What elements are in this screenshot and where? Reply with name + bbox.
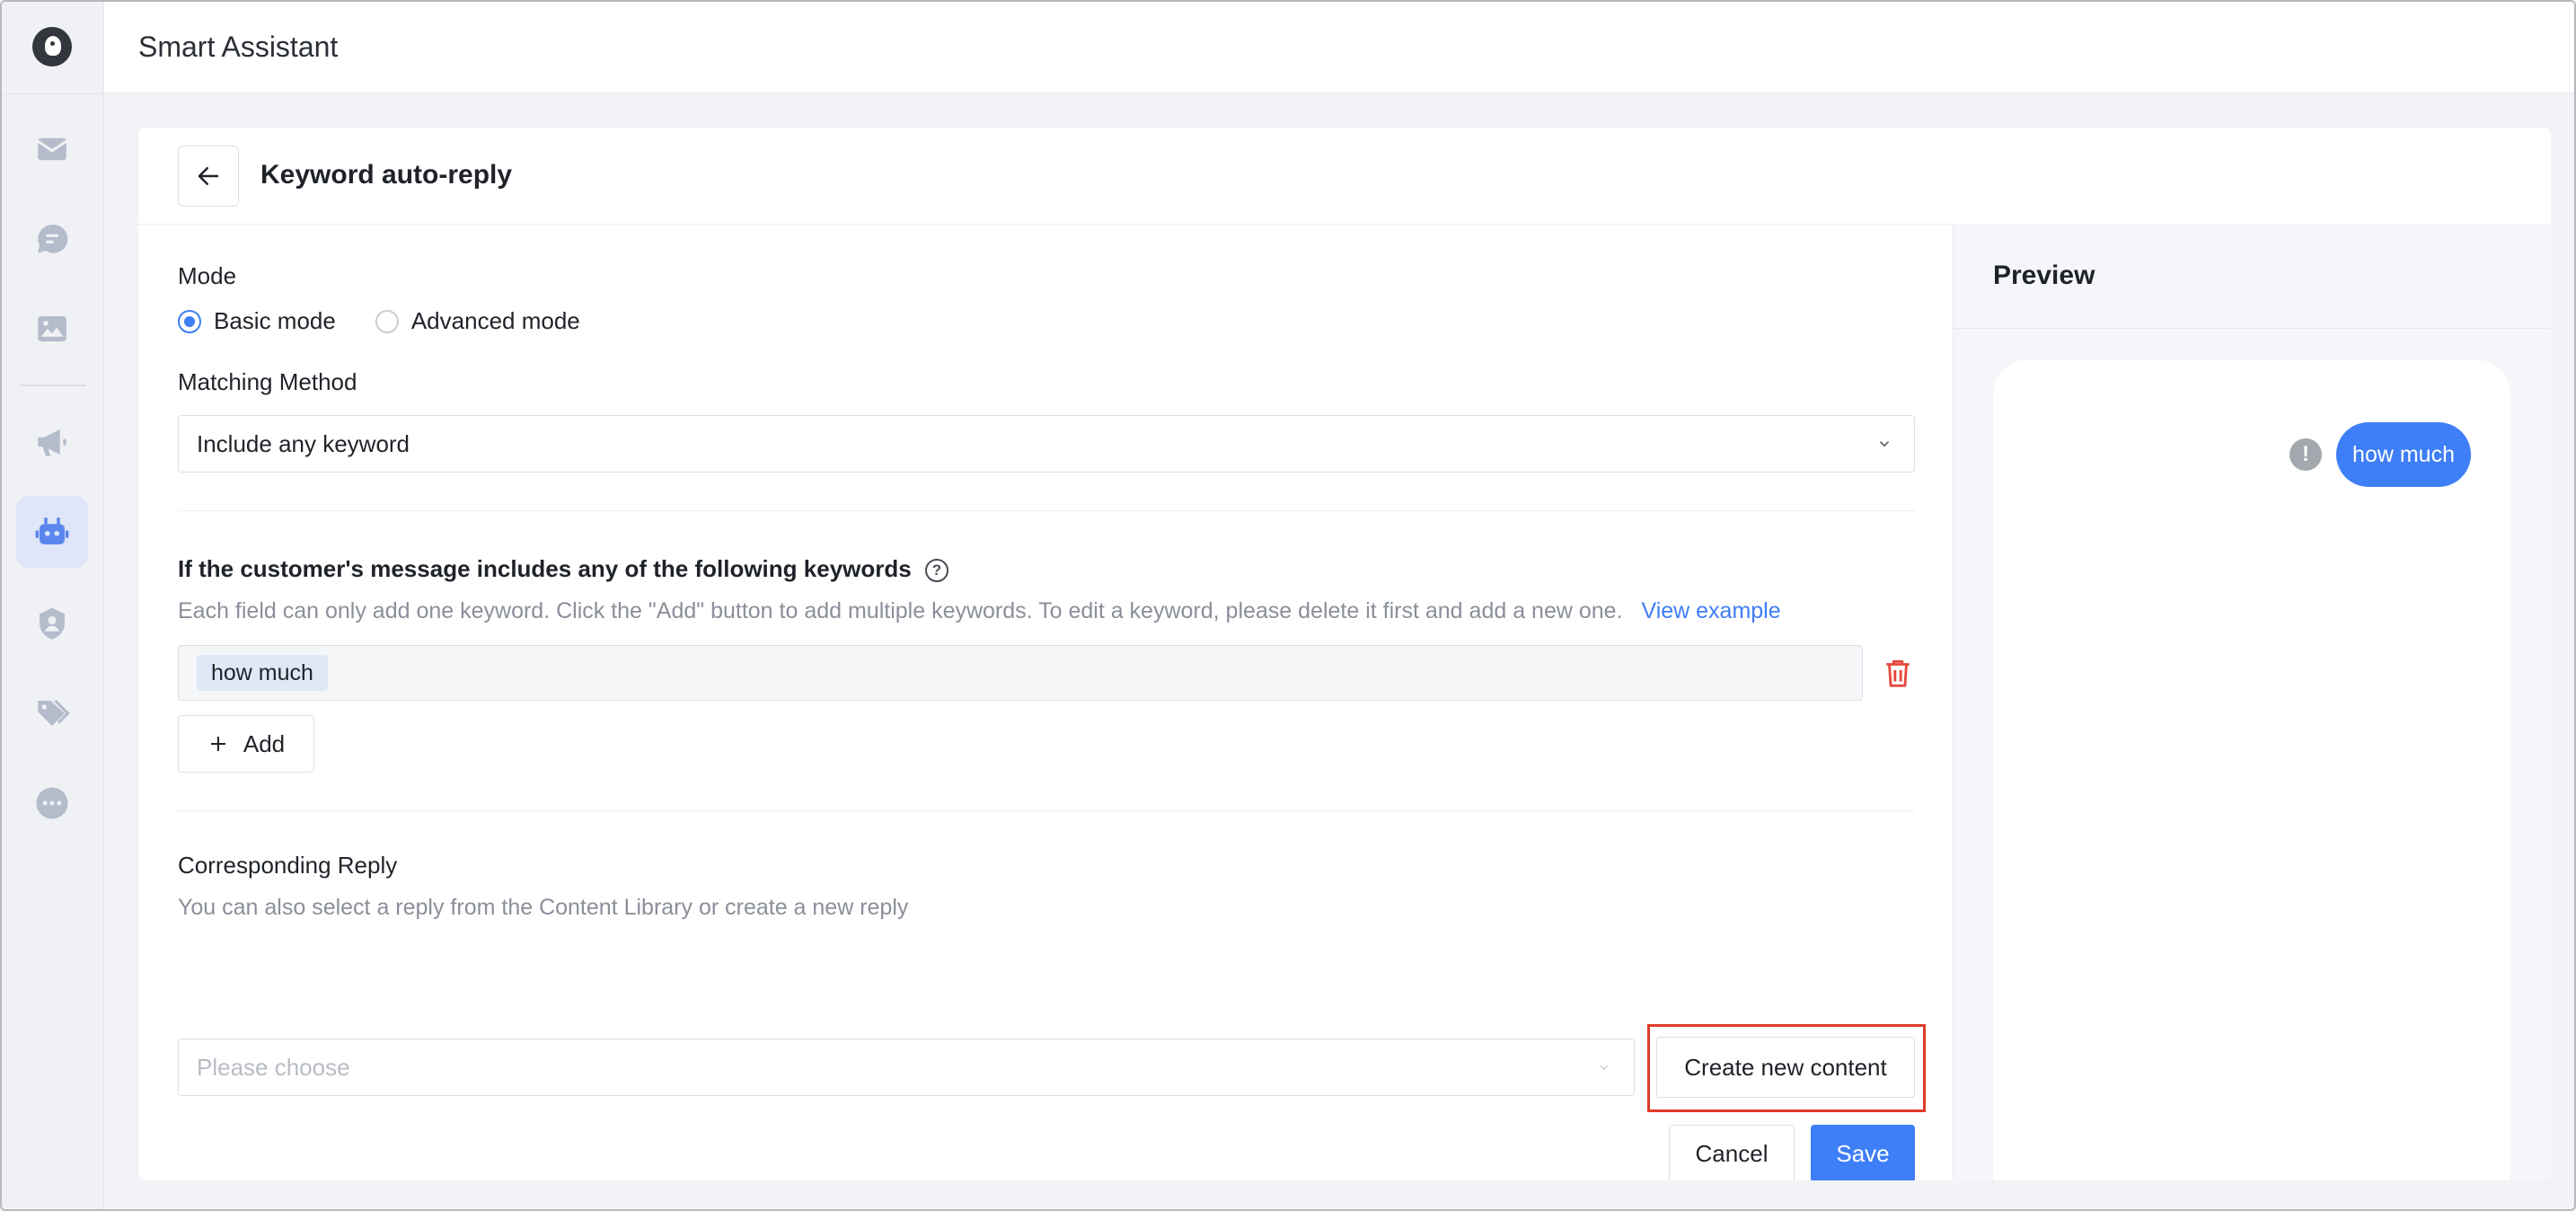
- more-icon[interactable]: [16, 767, 88, 839]
- preview-phone: ! how much: [1993, 359, 2510, 1180]
- card-header: Keyword auto-reply: [138, 128, 2551, 225]
- add-keyword-label: Add: [243, 729, 286, 757]
- radio-basic-label: Basic mode: [214, 307, 336, 334]
- mode-radio-group: Basic mode Advanced mode: [178, 307, 620, 335]
- keywords-hint: Each field can only add one keyword. Cli…: [178, 598, 1781, 624]
- warning-icon: !: [2289, 438, 2322, 471]
- arrow-left-icon: [198, 167, 219, 185]
- chevron-down-icon: [1879, 441, 1890, 447]
- cancel-button[interactable]: Cancel: [1669, 1125, 1795, 1180]
- keyword-input[interactable]: how much: [178, 645, 1863, 701]
- tag-icon[interactable]: [16, 677, 88, 749]
- message-bubble: how much: [2336, 422, 2471, 487]
- radio-advanced-mode[interactable]: Advanced mode: [375, 307, 580, 335]
- radio-advanced-label: Advanced mode: [410, 307, 580, 334]
- reply-hint: You can also select a reply from the Con…: [178, 895, 909, 920]
- page-title: Keyword auto-reply: [260, 160, 513, 190]
- radio-unchecked-icon: [375, 309, 399, 333]
- view-example-link[interactable]: View example: [1641, 598, 1780, 623]
- section-divider: [178, 510, 1915, 511]
- matching-method-value: Include any keyword: [197, 429, 410, 457]
- user-shield-icon[interactable]: [16, 588, 88, 659]
- chevron-down-icon: [1600, 1065, 1609, 1071]
- matching-method-label: Matching Method: [178, 368, 357, 395]
- reply-placeholder: Please choose: [197, 1053, 350, 1081]
- inbox-icon[interactable]: [16, 113, 88, 185]
- sidebar-divider: [2, 93, 104, 94]
- keywords-label-text: If the customer's message includes any o…: [178, 555, 912, 582]
- plus-icon: [210, 737, 225, 751]
- preview-header: Preview: [1954, 225, 2551, 329]
- matching-method-select[interactable]: Include any keyword: [178, 415, 1915, 473]
- megaphone-icon[interactable]: [16, 406, 88, 478]
- reply-content-select[interactable]: Please choose: [178, 1039, 1635, 1096]
- preview-title: Preview: [1993, 261, 2095, 290]
- keyword-tag: how much: [197, 655, 328, 691]
- sidebar: [2, 2, 104, 1209]
- create-new-content-button[interactable]: Create new content: [1656, 1037, 1915, 1098]
- corresponding-reply-label: Corresponding Reply: [178, 852, 398, 879]
- logo-icon[interactable]: [32, 27, 72, 66]
- radio-basic-mode[interactable]: Basic mode: [178, 307, 336, 335]
- preview-panel: Preview ! how much: [1953, 225, 2551, 1180]
- trash-icon[interactable]: [1881, 656, 1915, 690]
- chat-icon[interactable]: [16, 203, 88, 275]
- app-title: Smart Assistant: [138, 31, 339, 63]
- section-divider: [178, 810, 1915, 811]
- help-icon[interactable]: ?: [924, 559, 948, 583]
- add-keyword-button[interactable]: Add: [178, 715, 314, 773]
- top-header: Smart Assistant: [104, 2, 2574, 93]
- app-window: Smart Assistant Keyword auto-reply Mode …: [0, 0, 2576, 1211]
- main-card: Keyword auto-reply Mode Basic mode Advan…: [138, 128, 2551, 1180]
- keywords-label: If the customer's message includes any o…: [178, 555, 948, 583]
- form-area: Mode Basic mode Advanced mode Matching M…: [138, 225, 1953, 1180]
- radio-checked-icon: [178, 309, 201, 333]
- sidebar-divider: [20, 385, 86, 386]
- save-button[interactable]: Save: [1811, 1125, 1915, 1180]
- image-icon[interactable]: [16, 293, 88, 365]
- back-button[interactable]: [178, 146, 239, 207]
- keywords-hint-text: Each field can only add one keyword. Cli…: [178, 598, 1623, 623]
- robot-icon[interactable]: [16, 496, 88, 568]
- mode-label: Mode: [178, 262, 237, 289]
